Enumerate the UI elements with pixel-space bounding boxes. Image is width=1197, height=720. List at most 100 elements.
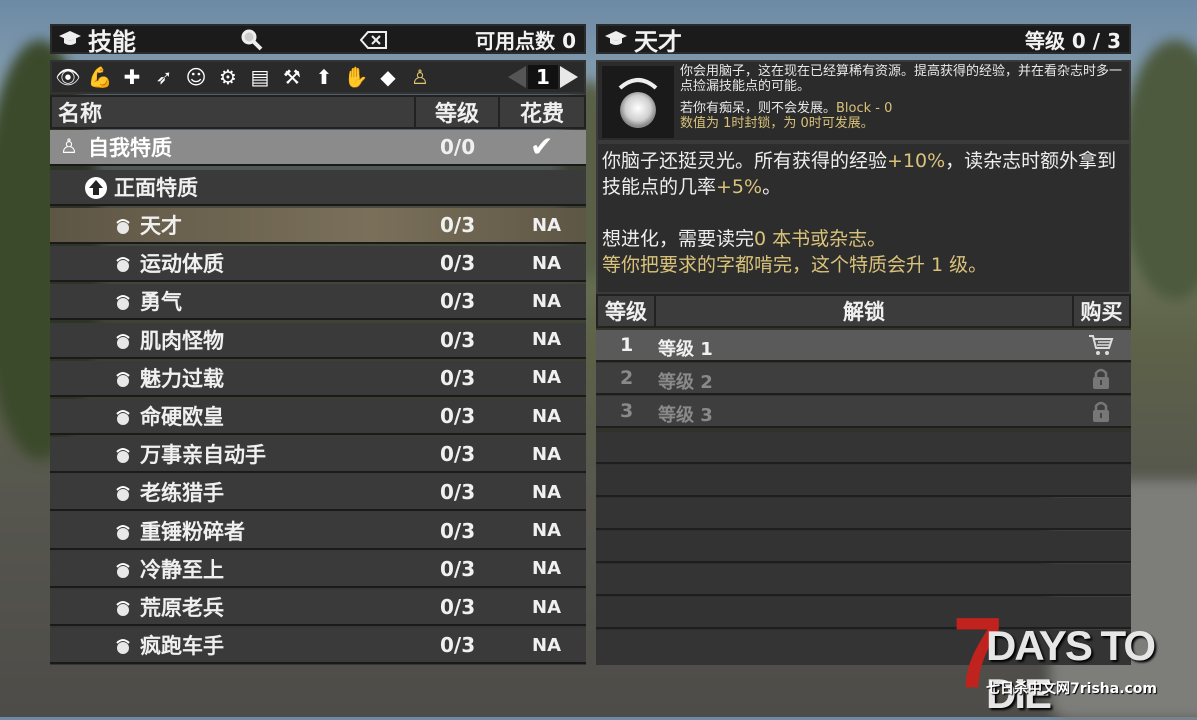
- perk-bulb-icon: [116, 601, 130, 616]
- perk-name: 疯跑车手: [140, 634, 224, 659]
- cart-icon[interactable]: [1088, 333, 1114, 357]
- perk-cost: NA: [532, 367, 561, 389]
- attribute-name: 自我特质: [88, 136, 172, 160]
- attribute-row[interactable]: ♙ 自我特质 0/0 ✔: [50, 130, 586, 166]
- perk-cost: NA: [532, 634, 561, 656]
- brain-icon[interactable]: ☺: [180, 62, 212, 92]
- perk-name: 冷静至上: [140, 557, 224, 582]
- perk-bulb-icon: [116, 410, 130, 425]
- perk-bulb-icon: [116, 371, 130, 387]
- category-row[interactable]: 正面特质: [50, 170, 586, 206]
- level-column-header: 等级: [414, 95, 500, 129]
- hand-icon[interactable]: ✋: [340, 62, 372, 92]
- level-row[interactable]: 1 等级 1: [596, 330, 1131, 362]
- perk-cost: NA: [532, 214, 561, 236]
- perk-row[interactable]: 天才 0/3 NA: [50, 208, 586, 244]
- perk-row[interactable]: 运动体质 0/3 NA: [50, 246, 586, 283]
- levels-level-header: 等级: [596, 294, 656, 328]
- perk-bulb-icon: [116, 333, 130, 349]
- perk-cost: NA: [532, 252, 561, 274]
- check-icon: ✔: [530, 130, 554, 163]
- perk-cost: NA: [532, 481, 561, 503]
- perk-name: 魅力过载: [140, 366, 224, 391]
- level-unlock-label: 等级 3: [658, 405, 713, 426]
- perk-row[interactable]: 肌肉怪物 0/3 NA: [50, 322, 586, 359]
- levels-buy-header: 购买: [1072, 294, 1131, 328]
- trait-icon[interactable]: ♙: [404, 62, 436, 92]
- level-number: 1: [620, 334, 634, 356]
- perk-bulb-icon: [116, 524, 130, 540]
- perk-bulb-icon: [116, 562, 130, 578]
- perk-row[interactable]: 勇气 0/3 NA: [50, 284, 586, 321]
- perk-name: 老练猎手: [140, 481, 224, 506]
- clear-search-icon[interactable]: [360, 30, 388, 50]
- perk-row[interactable]: 万事亲自动手 0/3 NA: [50, 437, 586, 474]
- perk-name: 荒原老兵: [140, 596, 224, 620]
- diamond-icon[interactable]: ◆: [372, 62, 404, 92]
- perk-row[interactable]: 魅力过载 0/3 NA: [50, 360, 586, 397]
- perk-level: 0/3: [440, 404, 476, 428]
- attribute-level: 0/0: [440, 135, 476, 159]
- perk-cost: NA: [532, 596, 561, 618]
- perk-row[interactable]: 疯跑车手 0/3 NA: [50, 628, 586, 665]
- perk-level: 0/3: [440, 442, 476, 467]
- background-tree: [1120, 40, 1197, 300]
- skills-header: 技能 可用点数 0: [50, 24, 586, 56]
- gear-icon[interactable]: ⚙: [212, 62, 244, 92]
- perk-level: 等级 0 / 3: [1024, 28, 1121, 53]
- perk-level: 0/3: [440, 289, 476, 314]
- level-number: 2: [620, 367, 634, 389]
- logo-site: 七日杀中文网7risha.com: [986, 681, 1158, 697]
- sneak-icon[interactable]: ➶: [148, 62, 180, 92]
- perk-row[interactable]: 老练猎手 0/3 NA: [50, 475, 586, 512]
- next-page-arrow[interactable]: [560, 66, 578, 88]
- perk-row[interactable]: 重锤粉碎者 0/3 NA: [50, 513, 586, 550]
- level-number: 3: [620, 400, 634, 422]
- perk-bulb-icon: [116, 257, 130, 273]
- level-row[interactable]: 3 等级 3: [596, 396, 1131, 428]
- perk-name: 运动体质: [140, 252, 224, 277]
- perk-cost: NA: [532, 443, 561, 465]
- hammer-icon[interactable]: ⚒: [276, 62, 308, 92]
- perk-name: 天才: [140, 214, 182, 238]
- lock-icon: [1093, 368, 1109, 389]
- upgrade-icon[interactable]: ⬆: [308, 62, 340, 92]
- muscle-icon[interactable]: 💪: [84, 62, 116, 92]
- page-selector: 1: [508, 65, 578, 89]
- perk-row[interactable]: 冷静至上 0/3 NA: [50, 551, 586, 588]
- eye-icon[interactable]: 👁: [52, 62, 84, 92]
- perk-bulb-icon: [116, 639, 130, 655]
- perk-description-box: 你会用脑子，这在现在已经算稀有资源。提高获得的经验，并在看杂志时多一点捡漏技能点…: [596, 60, 1131, 142]
- page-number: 1: [528, 65, 558, 89]
- brain-bulb-icon: [618, 78, 658, 128]
- perk-level: 0/3: [440, 327, 476, 352]
- trait-icon: ♙: [60, 134, 78, 158]
- empty-row: [596, 432, 1131, 464]
- perk-level: 0/3: [440, 633, 476, 658]
- perk-header: 天才 等级 0 / 3: [596, 24, 1131, 56]
- perk-long-description: 你脑子还挺灵光。所有获得的经验+10%，读杂志时额外拿到技能点的几率+5%。 想…: [596, 142, 1131, 294]
- plus-icon[interactable]: ✚: [116, 62, 148, 92]
- arrow-up-circle-icon: [85, 177, 107, 199]
- skill-category-toolbar: 👁 💪 ✚ ➶ ☺ ⚙ ▤ ⚒ ⬆ ✋ ◆ ♙ 1: [50, 60, 586, 94]
- perk-name: 重锤粉碎者: [140, 519, 245, 544]
- search-icon[interactable]: [240, 28, 264, 52]
- perk-row[interactable]: 荒原老兵 0/3 NA: [50, 590, 586, 626]
- perk-row[interactable]: 命硬欧皇 0/3 NA: [50, 399, 586, 435]
- logo-title: DAYS TO DIE: [986, 622, 1156, 717]
- available-points: 可用点数 0: [475, 28, 576, 53]
- book-icon[interactable]: ▤: [244, 62, 276, 92]
- level-row[interactable]: 2 等级 2: [596, 363, 1131, 395]
- perk-bulb-icon: [116, 486, 130, 502]
- perk-bulb-icon: [116, 295, 130, 311]
- perk-title: 天才: [634, 27, 682, 56]
- graduation-cap-icon: [59, 31, 81, 45]
- perk-level: 0/3: [440, 595, 476, 619]
- game-logo: 7 DAYS TO DIE 七日杀中文网7risha.com: [950, 597, 1190, 717]
- perk-cost: NA: [532, 290, 561, 312]
- perk-level: 0/3: [440, 365, 476, 390]
- perk-cost: NA: [532, 520, 561, 542]
- perk-name: 勇气: [140, 290, 182, 315]
- prev-page-arrow[interactable]: [508, 66, 526, 88]
- perk-level: 0/3: [440, 213, 476, 237]
